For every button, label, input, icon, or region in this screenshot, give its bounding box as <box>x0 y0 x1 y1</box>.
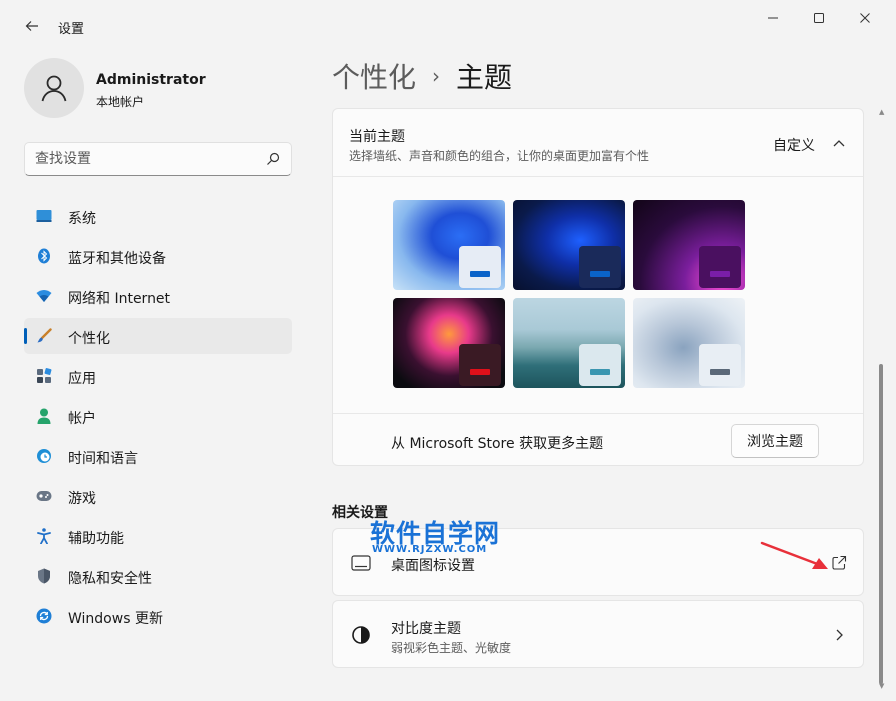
sidebar-item-system[interactable]: 系统 <box>24 198 292 234</box>
theme-preview-tile <box>459 344 501 386</box>
search-icon[interactable] <box>265 151 281 167</box>
contrast-themes-row[interactable]: 对比度主题 弱视彩色主题、光敏度 <box>332 600 864 668</box>
user-name: Administrator <box>96 72 206 88</box>
apps-icon <box>36 368 52 384</box>
theme-preview-tile <box>579 246 621 288</box>
theme-accent-bar <box>590 271 610 277</box>
windows-update-icon <box>36 608 52 624</box>
scroll-thumb[interactable] <box>879 364 883 684</box>
open-external-icon <box>832 555 847 570</box>
sidebar-item-network[interactable]: 网络和 Internet <box>24 278 292 314</box>
scroll-up-icon[interactable]: ▲ <box>879 108 884 116</box>
close-button[interactable] <box>842 6 888 30</box>
back-arrow-icon <box>25 21 38 31</box>
breadcrumb: 个性化 › 主题 <box>332 56 512 96</box>
sidebar-item-label: 个性化 <box>68 331 110 347</box>
scroll-down-icon[interactable]: ▼ <box>879 682 884 690</box>
close-icon <box>860 13 870 23</box>
sidebar-item-accounts[interactable]: 帐户 <box>24 398 292 434</box>
theme-thumbnails <box>393 200 747 390</box>
contrast-themes-title: 对比度主题 <box>391 621 461 637</box>
theme-thumbnail[interactable] <box>633 200 745 290</box>
personalization-icon <box>36 328 52 344</box>
chevron-right-icon <box>836 629 843 641</box>
current-theme-card: 当前主题 选择墙纸、声音和颜色的组合，让你的桌面更加富有个性 自定义 从 Mic… <box>332 108 864 466</box>
sidebar-item-label: 游戏 <box>68 491 96 507</box>
breadcrumb-parent[interactable]: 个性化 <box>332 56 416 96</box>
theme-accent-bar <box>710 271 730 277</box>
theme-thumbnail[interactable] <box>393 298 505 388</box>
current-theme-title: 当前主题 <box>349 129 405 145</box>
sidebar-nav: 系统 蓝牙和其他设备 网络和 Internet 个性化 应用 帐户 时间和语言 … <box>24 198 292 638</box>
theme-preview-tile <box>459 246 501 288</box>
theme-thumbnail[interactable] <box>633 298 745 388</box>
time-language-icon <box>36 448 52 464</box>
account-type: 本地帐户 <box>96 95 145 109</box>
minimize-icon <box>768 17 778 19</box>
sidebar-item-label: 蓝牙和其他设备 <box>68 251 166 267</box>
current-theme-description: 选择墙纸、声音和颜色的组合，让你的桌面更加富有个性 <box>349 149 650 163</box>
back-button[interactable] <box>18 12 46 40</box>
gaming-icon <box>36 488 52 504</box>
theme-preview-tile <box>699 344 741 386</box>
accessibility-icon <box>36 528 52 544</box>
sidebar-item-label: 应用 <box>68 371 96 387</box>
privacy-icon <box>36 568 52 584</box>
maximize-button[interactable] <box>796 6 842 30</box>
sidebar-item-personalization[interactable]: 个性化 <box>24 318 292 354</box>
sidebar-item-label: 时间和语言 <box>68 451 138 467</box>
sidebar-item-label: 隐私和安全性 <box>68 571 152 587</box>
theme-thumbnail[interactable] <box>513 298 625 388</box>
theme-accent-bar <box>470 271 490 277</box>
theme-preview-tile <box>699 246 741 288</box>
search-input[interactable] <box>25 143 261 175</box>
sidebar-item-windows-update[interactable]: Windows 更新 <box>24 598 292 634</box>
network-icon <box>36 288 52 304</box>
watermark-logo: 软件自学网 WWW.RJZXW.COM <box>370 514 520 560</box>
account-icon <box>36 408 52 424</box>
breadcrumb-separator: › <box>432 64 441 88</box>
title-bar: 设置 <box>0 0 896 48</box>
theme-accent-bar <box>590 369 610 375</box>
theme-thumbnail[interactable] <box>513 200 625 290</box>
avatar <box>24 58 84 118</box>
minimize-button[interactable] <box>750 6 796 30</box>
bluetooth-icon <box>36 248 52 264</box>
sidebar-item-label: 系统 <box>68 211 96 227</box>
desktop-icon <box>351 555 371 571</box>
scrollbar[interactable]: ▲ ▼ <box>876 108 886 694</box>
sidebar-item-label: 帐户 <box>68 411 96 427</box>
watermark-url: WWW.RJZXW.COM <box>372 544 488 555</box>
sidebar-item-accessibility[interactable]: 辅助功能 <box>24 518 292 554</box>
chevron-up-icon[interactable] <box>829 133 849 153</box>
current-theme-header[interactable]: 当前主题 选择墙纸、声音和颜色的组合，让你的桌面更加富有个性 自定义 <box>333 109 863 177</box>
browse-themes-button[interactable]: 浏览主题 <box>731 424 819 458</box>
sidebar-item-privacy[interactable]: 隐私和安全性 <box>24 558 292 594</box>
theme-accent-bar <box>710 369 730 375</box>
annotation-arrow-icon <box>760 541 828 569</box>
sidebar-item-time-language[interactable]: 时间和语言 <box>24 438 292 474</box>
user-profile[interactable]: Administrator 本地帐户 <box>24 58 294 118</box>
current-theme-value: 自定义 <box>773 138 815 154</box>
search-box[interactable] <box>24 142 292 176</box>
app-title: 设置 <box>58 22 85 37</box>
page-title: 主题 <box>456 61 513 94</box>
sidebar-item-gaming[interactable]: 游戏 <box>24 478 292 514</box>
sidebar-item-label: 辅助功能 <box>68 531 124 547</box>
sidebar-item-apps[interactable]: 应用 <box>24 358 292 394</box>
theme-thumbnail[interactable] <box>393 200 505 290</box>
theme-preview-tile <box>579 344 621 386</box>
theme-accent-bar <box>470 369 490 375</box>
system-icon <box>36 208 52 224</box>
user-icon <box>41 75 67 102</box>
store-row: 从 Microsoft Store 获取更多主题 浏览主题 <box>333 413 863 465</box>
contrast-themes-description: 弱视彩色主题、光敏度 <box>391 641 512 655</box>
contrast-icon <box>352 626 370 644</box>
sidebar-item-label: Windows 更新 <box>68 611 163 627</box>
sidebar-item-bluetooth[interactable]: 蓝牙和其他设备 <box>24 238 292 274</box>
maximize-icon <box>814 13 824 23</box>
sidebar-item-label: 网络和 Internet <box>68 291 171 307</box>
store-label: 从 Microsoft Store 获取更多主题 <box>391 436 604 452</box>
